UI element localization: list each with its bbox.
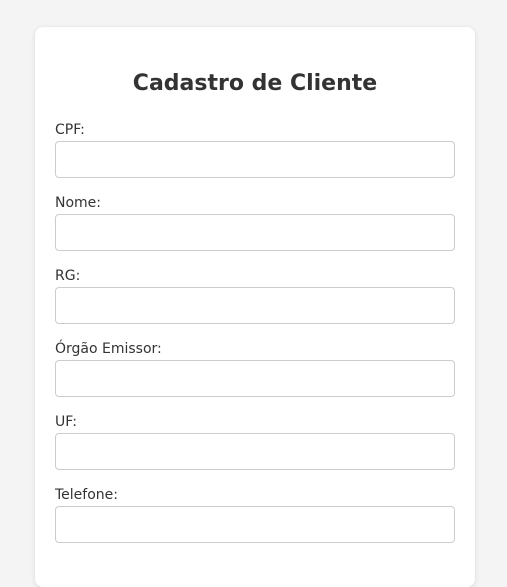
telefone-label: Telefone: [55,487,118,503]
cpf-input[interactable] [55,141,455,178]
rg-field-group: RG: [55,268,455,324]
nome-field-group: Nome: [55,195,455,251]
rg-label: RG: [55,268,81,284]
nome-input[interactable] [55,214,455,251]
uf-input[interactable] [55,433,455,470]
rg-input[interactable] [55,287,455,324]
orgao-emissor-input[interactable] [55,360,455,397]
telefone-field-group: Telefone: [55,487,455,543]
form-title: Cadastro de Cliente [132,71,378,96]
uf-label: UF: [55,414,77,430]
cpf-field-group: CPF: [55,122,455,178]
orgao-emissor-field-group: Órgão Emissor: [55,341,455,397]
telefone-input[interactable] [55,506,455,543]
cpf-label: CPF: [55,122,85,138]
orgao-emissor-label: Órgão Emissor: [55,341,162,357]
client-form-card: Cadastro de Cliente CPF: Nome: RG: Órgão… [35,27,475,587]
nome-label: Nome: [55,195,102,211]
uf-field-group: UF: [55,414,455,470]
